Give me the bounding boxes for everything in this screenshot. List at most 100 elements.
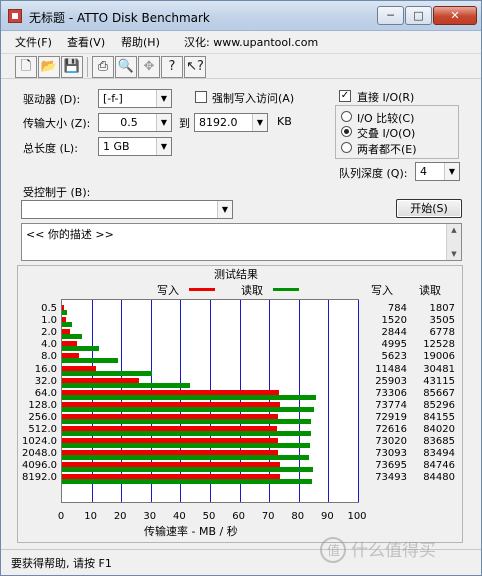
category-label: 2.0 [41, 327, 57, 339]
x-tick-label: 60 [232, 511, 245, 522]
queue-depth-select[interactable]: 4 ▼ [415, 162, 460, 181]
x-axis-label: 传输速率 - MB / 秒 [144, 525, 238, 538]
description-scrollbar[interactable]: ▲ ▼ [446, 224, 461, 260]
menu-help[interactable]: 帮助(H) [121, 34, 160, 50]
transfer-to-select[interactable]: 8192.0 ▼ [194, 113, 268, 132]
read-value: 84746 [423, 460, 455, 472]
force-write-checkbox[interactable] [195, 91, 207, 103]
transfer-unit: KB [277, 115, 292, 128]
category-label: 4.0 [41, 339, 57, 351]
menu-localization[interactable]: 汉化: www.upantool.com [184, 34, 318, 50]
read-bar [62, 443, 310, 449]
print-icon[interactable]: ⎙ [92, 56, 114, 78]
status-text: 要获得帮助, 请按 F1 [11, 557, 112, 570]
category-label: 128.0 [28, 399, 57, 411]
neither-radio[interactable] [341, 142, 352, 153]
transfer-from-value: 0.5 [120, 116, 138, 129]
write-value: 11484 [375, 363, 407, 375]
svg-text:值: 值 [327, 543, 340, 559]
move-icon[interactable]: ✥ [138, 56, 160, 78]
minimize-button[interactable]: ─ [377, 6, 404, 25]
category-label: 4096.0 [22, 460, 57, 472]
write-value: 72616 [375, 424, 407, 435]
help-icon[interactable]: ? [161, 56, 183, 78]
direct-io-checkbox[interactable]: ✓ [339, 90, 351, 102]
description-textarea[interactable]: << 你的描述 >> ▲ ▼ [21, 223, 462, 261]
neither-label: 两者都不(E) [357, 143, 417, 156]
close-button[interactable]: ✕ [433, 6, 477, 25]
read-bar [62, 406, 315, 412]
new-icon[interactable]: 🗋 [15, 56, 37, 78]
write-value: 4995 [381, 339, 407, 351]
menu-file[interactable]: 文件(F) [15, 34, 52, 50]
read-value: 19006 [423, 351, 455, 363]
write-value: 2844 [381, 327, 407, 339]
read-value: 6778 [429, 327, 455, 339]
x-tick-label: 90 [321, 511, 334, 522]
x-tick-label: 50 [202, 511, 216, 522]
x-tick-label: 20 [113, 511, 127, 522]
read-value: 85296 [423, 399, 455, 411]
read-value: 84155 [423, 411, 455, 423]
read-bar [62, 346, 100, 352]
maximize-button[interactable]: □ [405, 6, 432, 25]
print-preview-icon[interactable]: 🔍 [115, 56, 137, 78]
open-icon[interactable]: 📂 [38, 56, 60, 78]
overlapped-io-radio[interactable] [341, 126, 352, 137]
io-compare-label: I/O 比较(C) [357, 112, 415, 125]
category-label: 32.0 [34, 375, 57, 387]
transfer-to-label: 到 [179, 117, 190, 130]
gridline [358, 300, 359, 502]
category-label: 16.0 [34, 363, 57, 375]
write-value: 73695 [375, 460, 407, 472]
read-value: 83685 [423, 436, 455, 448]
legend-write-label: 写入 [157, 284, 179, 297]
read-value: 43115 [423, 375, 455, 387]
description-text: << 你的描述 >> [26, 228, 114, 241]
category-label: 256.0 [28, 411, 57, 423]
read-bar [62, 394, 316, 400]
chevron-down-icon: ▼ [156, 90, 171, 107]
drive-select[interactable]: [-f-] ▼ [98, 89, 172, 108]
app-icon [8, 9, 22, 23]
write-value: 73093 [375, 448, 407, 460]
start-button[interactable]: 开始(S) [396, 199, 462, 218]
io-compare-radio[interactable] [341, 111, 352, 122]
write-value: 72919 [375, 411, 407, 423]
read-value: 12528 [423, 339, 455, 351]
read-bar [62, 370, 153, 376]
x-tick-label: 0 [57, 511, 65, 522]
x-tick-label: 100 [347, 511, 367, 522]
category-label: 1.0 [41, 315, 57, 327]
read-bar [62, 310, 68, 315]
write-value: 73306 [375, 387, 407, 399]
read-value: 1807 [429, 303, 455, 314]
save-icon[interactable]: 💾 [61, 56, 83, 78]
queue-depth-label: 队列深度 (Q): [339, 167, 408, 180]
queue-depth-value: 4 [420, 165, 427, 178]
write-value: 73493 [375, 472, 407, 484]
title-bar[interactable]: 无标题 - ATTO Disk Benchmark ─ □ ✕ [1, 1, 481, 31]
menu-bar: 文件(F) 查看(V) 帮助(H) 汉化: www.upantool.com [1, 31, 481, 51]
x-tick-label: 10 [84, 511, 97, 522]
total-length-label: 总长度 (L): [23, 142, 78, 155]
toolbar: 🗋 📂 💾 ⎙ 🔍 ✥ ? ↖? [1, 53, 481, 79]
read-bar [62, 322, 73, 328]
legend-read-swatch [273, 288, 299, 291]
total-length-select[interactable]: 1 GB ▼ [98, 137, 172, 156]
controlled-by-select[interactable]: ▼ [21, 200, 233, 219]
read-value: 30481 [423, 363, 455, 375]
category-label: 64.0 [34, 387, 57, 399]
results-title: 测试结果 [214, 268, 258, 281]
window-title: 无标题 - ATTO Disk Benchmark [29, 11, 210, 25]
menu-view[interactable]: 查看(V) [67, 34, 105, 50]
write-value: 1520 [381, 315, 407, 327]
transfer-from-select[interactable]: 0.5 ▼ [98, 113, 172, 132]
drive-label: 驱动器 (D): [23, 93, 81, 106]
transfer-size-label: 传输大小 (Z): [23, 117, 91, 130]
write-value: 73774 [375, 399, 407, 411]
read-value: 84480 [423, 472, 455, 484]
context-help-icon[interactable]: ↖? [184, 56, 206, 78]
read-bar [62, 418, 312, 424]
chevron-down-icon: ▼ [156, 138, 171, 155]
